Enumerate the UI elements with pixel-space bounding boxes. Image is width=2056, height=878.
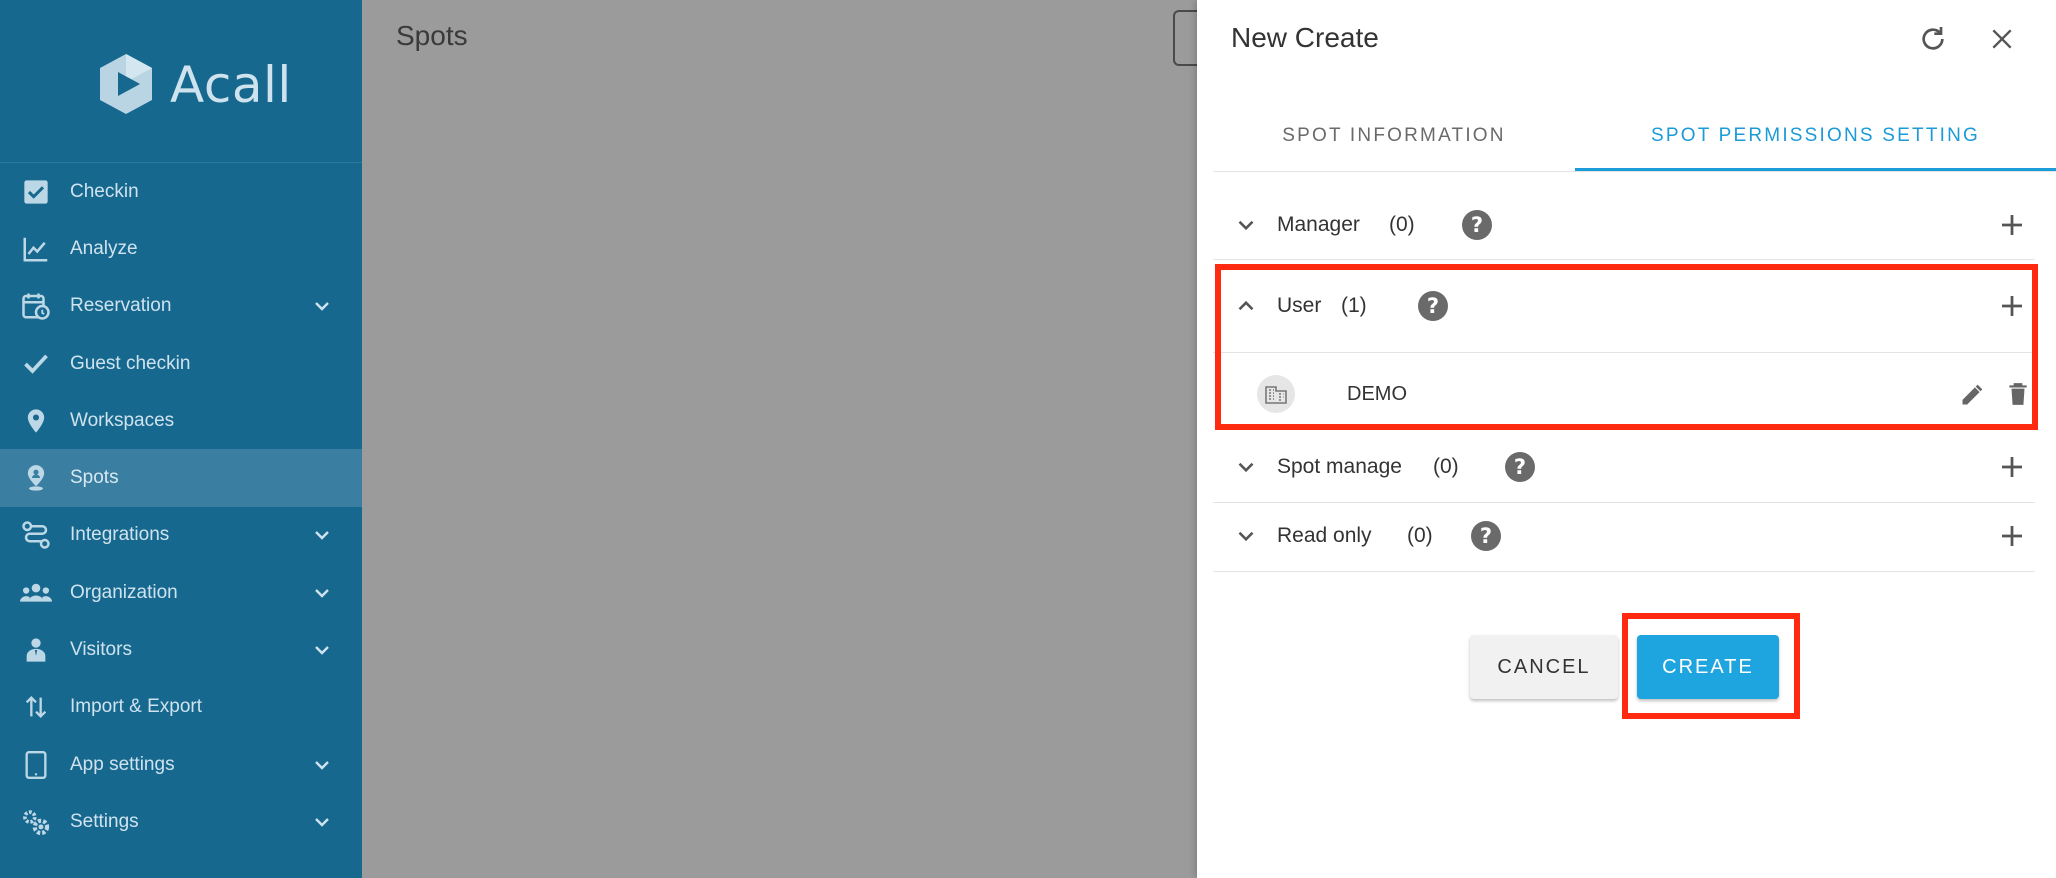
chevron-down-icon — [1238, 220, 1254, 231]
tab-spot-information[interactable]: SPOT INFORMATION — [1213, 100, 1575, 172]
check-icon — [20, 348, 52, 380]
help-icon[interactable]: ? — [1462, 210, 1492, 240]
tab-indicator — [1575, 168, 2056, 171]
close-icon[interactable] — [1985, 22, 2019, 56]
sidebar-item-label: Visitors — [70, 639, 132, 661]
sidebar-item-label: Integrations — [70, 524, 170, 546]
sidebar-item-label: Guest checkin — [70, 352, 191, 374]
sidebar-item-settings[interactable]: Settings — [0, 793, 362, 850]
calendar-clock-icon — [20, 290, 52, 322]
sidebar-item-app-settings[interactable]: App settings — [0, 736, 362, 793]
sidebar-item-label: Import & Export — [70, 696, 202, 718]
sidebar-item-reservation[interactable]: Reservation — [0, 278, 362, 335]
tab-spot-permissions-setting[interactable]: SPOT PERMISSIONS SETTING — [1575, 100, 2056, 172]
section-read-only[interactable]: Read only (0) ? — [1213, 502, 2035, 570]
chevron-down-icon — [315, 818, 329, 827]
section-spot-manage[interactable]: Spot manage (0) ? — [1213, 433, 2035, 501]
chevron-down-icon — [315, 588, 329, 598]
chevron-down-icon — [1238, 531, 1254, 542]
acall-logo-icon — [100, 54, 152, 114]
page-title: Spots — [396, 20, 468, 51]
drawer-title: New Create — [1231, 22, 1379, 53]
section-count: (0) — [1389, 213, 1415, 236]
help-icon[interactable]: ? — [1505, 452, 1535, 482]
sidebar-item-import-export[interactable]: Import & Export — [0, 679, 362, 736]
sidebar-item-label: Workspaces — [70, 409, 175, 431]
sidebar-item-organization[interactable]: Organization — [0, 564, 362, 621]
sidebar-item-label: Checkin — [70, 180, 139, 202]
sidebar-item-label: Reservation — [70, 295, 172, 317]
refresh-icon[interactable] — [1916, 22, 1950, 56]
chart-line-icon — [20, 233, 52, 265]
integrations-icon — [20, 519, 52, 551]
divider — [1213, 571, 2035, 572]
main-overlay[interactable]: Spots — [362, 0, 1203, 878]
section-label: Manager — [1277, 213, 1360, 236]
sidebar-item-workspaces[interactable]: Workspaces — [0, 392, 362, 449]
sidebar-item-spots[interactable]: Spots — [0, 449, 362, 507]
cancel-button[interactable]: CANCEL — [1470, 635, 1618, 699]
tab-bar: SPOT INFORMATION SPOT PERMISSIONS SETTIN… — [1213, 100, 2056, 172]
section-label: Spot manage — [1277, 455, 1402, 478]
group-icon — [20, 577, 52, 609]
section-count: (0) — [1407, 524, 1433, 547]
logo[interactable]: Acall — [0, 0, 362, 162]
logo-text: Acall — [170, 56, 292, 114]
chevron-down-icon — [315, 646, 329, 655]
person-pin-icon — [20, 462, 52, 494]
chevron-down-icon — [315, 760, 329, 770]
import-export-icon — [20, 691, 52, 723]
sidebar-item-label: Analyze — [70, 237, 138, 259]
gears-icon — [20, 806, 52, 838]
sidebar-item-analyze[interactable]: Analyze — [0, 220, 362, 277]
add-icon[interactable] — [1997, 210, 2027, 240]
chevron-down-icon — [1238, 462, 1254, 473]
map-pin-icon — [20, 405, 52, 437]
sidebar-item-label: Spots — [70, 467, 119, 489]
section-label: Read only — [1277, 524, 1372, 547]
checkbox-icon — [20, 176, 52, 208]
sidebar-item-integrations[interactable]: Integrations — [0, 507, 362, 564]
help-icon[interactable]: ? — [1471, 521, 1501, 551]
add-icon[interactable] — [1997, 521, 2027, 551]
add-icon[interactable] — [1997, 452, 2027, 482]
divider — [1213, 259, 2035, 260]
sidebar-item-label: Organization — [70, 581, 178, 603]
visitor-icon — [20, 634, 52, 666]
sidebar-item-label: App settings — [70, 753, 175, 775]
sidebar: Acall Checkin Analyze Reservation Guest … — [0, 0, 362, 878]
tablet-icon — [20, 749, 52, 781]
sidebar-nav: Checkin Analyze Reservation Guest checki… — [0, 163, 362, 851]
section-manager[interactable]: Manager (0) ? — [1213, 191, 2035, 259]
sidebar-item-guest-checkin[interactable]: Guest checkin — [0, 335, 362, 392]
chevron-down-icon — [315, 302, 329, 311]
sidebar-item-checkin[interactable]: Checkin — [0, 163, 362, 220]
sidebar-item-label: Settings — [70, 810, 139, 832]
highlight-user-section — [1215, 264, 2038, 430]
new-create-drawer: New Create SPOT INFORMATION SPOT PERMISS… — [1197, 0, 2056, 878]
create-button[interactable]: CREATE — [1637, 635, 1779, 699]
sidebar-item-visitors[interactable]: Visitors — [0, 621, 362, 678]
section-count: (0) — [1433, 455, 1459, 478]
chevron-down-icon — [315, 531, 329, 541]
